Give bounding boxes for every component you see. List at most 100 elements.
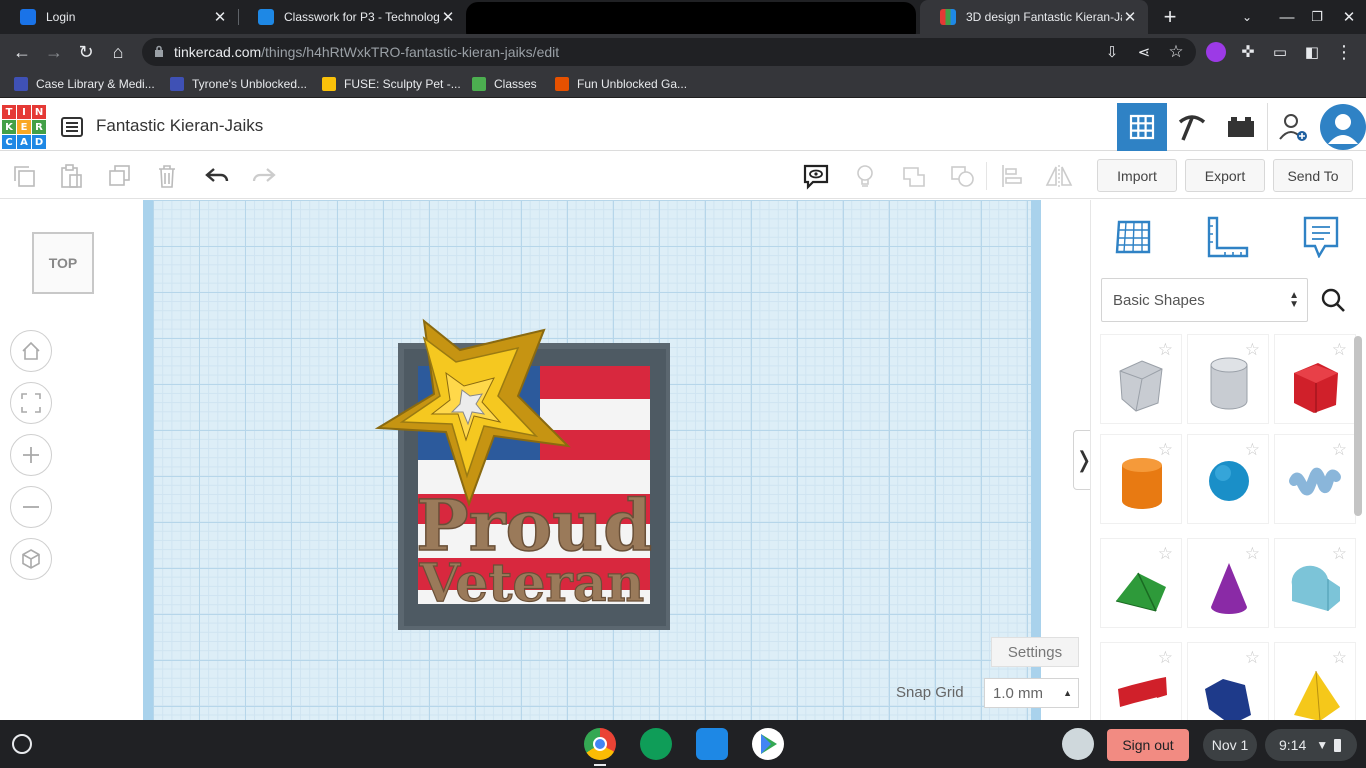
import-button[interactable]: Import <box>1097 159 1177 192</box>
fit-view-icon[interactable] <box>10 382 52 424</box>
search-icon[interactable] <box>1313 280 1353 320</box>
export-button[interactable]: Export <box>1185 159 1265 192</box>
home-icon[interactable]: ⌂ <box>103 37 133 67</box>
redo-icon[interactable] <box>248 160 280 192</box>
add-user-icon[interactable] <box>1268 103 1318 151</box>
shapes-scrollbar[interactable] <box>1354 336 1362 516</box>
bricks-icon[interactable] <box>1216 103 1266 151</box>
cone-shape[interactable]: ☆ <box>1187 538 1269 628</box>
zoom-in-icon[interactable] <box>10 434 52 476</box>
close-icon[interactable]: ✕ <box>1122 8 1138 26</box>
mirror-icon[interactable] <box>1043 160 1075 192</box>
box-blue-shape[interactable]: ☆ <box>1187 642 1269 732</box>
logo-letter: D <box>32 135 46 149</box>
box-hole-shape[interactable]: ☆ <box>1100 334 1182 424</box>
delete-icon[interactable] <box>151 160 183 192</box>
view-controls: TOP <box>0 200 143 720</box>
tab-login[interactable]: Login ✕ <box>0 0 238 34</box>
sign-out-button[interactable]: Sign out <box>1107 729 1189 761</box>
tab-classwork[interactable]: Classwork for P3 - Technology ✕ <box>238 0 466 34</box>
login-favicon-icon <box>20 9 36 25</box>
tab-3d-design[interactable]: 3D design Fantastic Kieran-Ja ✕ <box>920 0 1148 34</box>
lightbulb-icon[interactable] <box>849 160 881 192</box>
3d-view-icon[interactable] <box>1117 103 1167 151</box>
menu-icon[interactable]: ⋮ <box>1329 37 1359 67</box>
tab-search-icon[interactable]: ⌄ <box>1230 0 1264 34</box>
status-tray[interactable]: 9:14 ▼ <box>1265 729 1357 761</box>
wifi-icon: ▼ <box>1316 738 1329 752</box>
workplane[interactable]: Proud Veteran <box>143 200 1041 720</box>
notes-icon[interactable] <box>800 160 832 192</box>
cylinder-shape[interactable]: ☆ <box>1100 434 1182 524</box>
notes-tool-icon[interactable] <box>1299 214 1343 259</box>
active-app-indicator <box>594 764 606 766</box>
cylinder-hole-shape[interactable]: ☆ <box>1187 334 1269 424</box>
bookmark-favicon-icon <box>14 77 28 91</box>
tinkercad-logo[interactable]: T I N K E R C A D <box>2 105 46 149</box>
chevron-up-icon: ▲ <box>1063 688 1072 698</box>
send-to-button[interactable]: Send To <box>1273 159 1353 192</box>
scribble-shape[interactable]: ☆ <box>1274 434 1356 524</box>
bookmark-item[interactable]: FUSE: Sculpty Pet -... <box>322 75 461 93</box>
design-title[interactable]: Fantastic Kieran-Jaiks <box>96 116 263 136</box>
snap-grid-select[interactable]: 1.0 mm ▲ <box>984 678 1079 708</box>
bookmark-item[interactable]: Case Library & Medi... <box>14 75 155 93</box>
install-icon[interactable]: ⇩ <box>1097 37 1127 67</box>
extension-icon[interactable] <box>1201 37 1231 67</box>
classroom-favicon-icon <box>258 9 274 25</box>
undo-icon[interactable] <box>201 160 233 192</box>
puzzle-icon[interactable]: ✜ <box>1233 37 1263 67</box>
group-icon[interactable] <box>898 160 930 192</box>
tinkercad-favicon-icon <box>940 9 956 25</box>
roof-shape[interactable]: ☆ <box>1100 538 1182 628</box>
google-classroom-icon[interactable] <box>640 728 672 760</box>
workplane-tool-icon[interactable] <box>1113 214 1157 258</box>
back-icon[interactable]: ← <box>7 37 37 67</box>
bookmark-star-icon[interactable]: ☆ <box>1161 37 1191 67</box>
chrome-icon[interactable] <box>584 728 616 760</box>
pyramid-shape[interactable]: ☆ <box>1274 642 1356 732</box>
settings-button[interactable]: Settings <box>991 637 1079 667</box>
box-shape[interactable]: ☆ <box>1274 334 1356 424</box>
launcher-icon[interactable] <box>12 734 32 754</box>
restore-icon[interactable]: ❐ <box>1300 0 1334 34</box>
play-store-icon[interactable] <box>752 728 784 760</box>
sphere-shape[interactable]: ☆ <box>1187 434 1269 524</box>
bookmark-item[interactable]: Tyrone's Unblocked... <box>170 75 307 93</box>
align-icon[interactable] <box>996 160 1028 192</box>
avatar[interactable] <box>1318 103 1366 151</box>
forward-icon[interactable]: → <box>39 37 69 67</box>
copy-icon[interactable] <box>8 160 40 192</box>
address-bar[interactable]: tinkercad.com/things/h4hRtWxkTRO-fantast… <box>142 38 1196 66</box>
share-icon[interactable]: ⋖ <box>1129 37 1159 67</box>
round-roof-shape[interactable]: ☆ <box>1274 538 1356 628</box>
tab-title: 3D design Fantastic Kieran-Ja <box>966 10 1122 24</box>
view-cube[interactable]: TOP <box>32 232 94 294</box>
window-close-icon[interactable]: ✕ <box>1332 0 1366 34</box>
bookmark-item[interactable]: Fun Unblocked Ga... <box>555 75 687 93</box>
address-domain: tinkercad.com <box>174 44 262 60</box>
close-icon[interactable]: ✕ <box>212 8 228 26</box>
ungroup-icon[interactable] <box>947 160 979 192</box>
reload-icon[interactable]: ↻ <box>71 37 101 67</box>
design-list-icon[interactable] <box>60 115 84 139</box>
bookmark-item[interactable]: Classes <box>472 75 537 93</box>
close-icon[interactable]: ✕ <box>440 8 456 26</box>
ruler-tool-icon[interactable] <box>1205 214 1249 258</box>
veteran-plaque-model[interactable]: Proud Veteran <box>368 318 678 638</box>
side-panel-icon[interactable]: ◧ <box>1297 37 1327 67</box>
pickaxe-icon[interactable] <box>1167 103 1217 151</box>
text-shape[interactable]: ☆ <box>1100 642 1182 732</box>
cast-icon[interactable]: ▭ <box>1265 37 1295 67</box>
date-display[interactable]: Nov 1 <box>1203 729 1257 761</box>
duplicate-icon[interactable] <box>103 160 135 192</box>
home-view-icon[interactable] <box>10 330 52 372</box>
paste-icon[interactable] <box>55 160 87 192</box>
user-avatar-icon[interactable] <box>1062 728 1094 760</box>
shape-category-select[interactable]: Basic Shapes ▲ ▼ <box>1101 278 1308 322</box>
new-tab-icon[interactable]: + <box>1153 0 1187 34</box>
files-icon[interactable] <box>696 728 728 760</box>
minimize-icon[interactable]: — <box>1270 0 1304 34</box>
zoom-out-icon[interactable] <box>10 486 52 528</box>
perspective-icon[interactable] <box>10 538 52 580</box>
